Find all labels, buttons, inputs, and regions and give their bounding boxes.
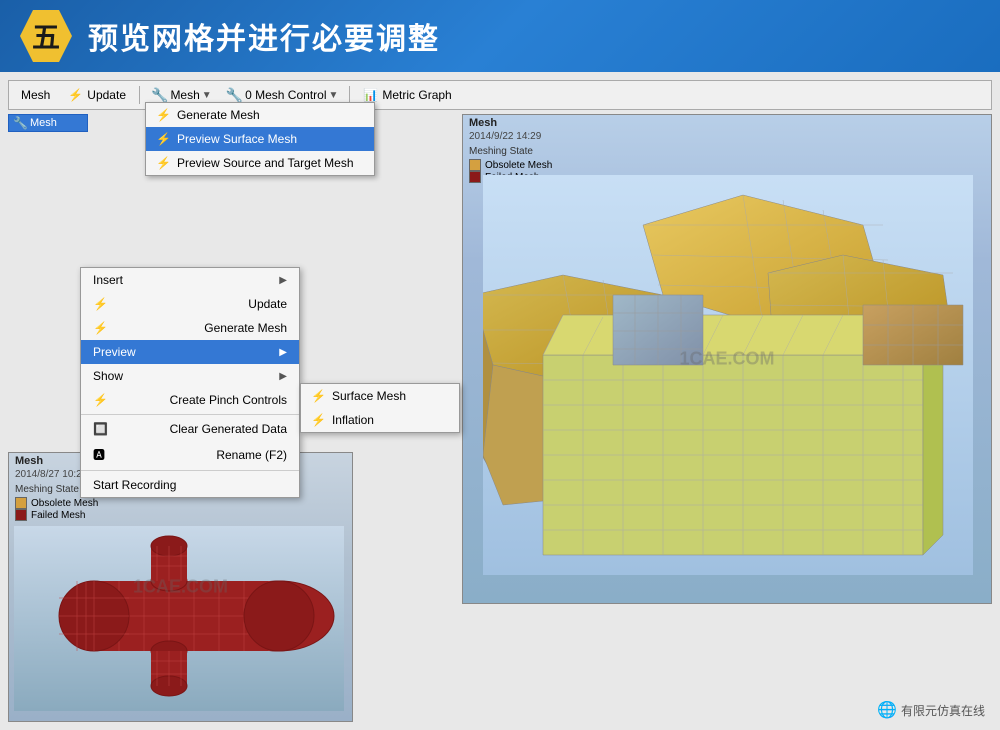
header: 五 预览网格并进行必要调整 [0,0,1000,72]
tree-mesh-icon: 🔧 [13,116,28,130]
viewport-right-date: 2014/9/22 14:29 [463,131,991,142]
submenu-surface-mesh[interactable]: ⚡ Surface Mesh [301,384,459,408]
context-menu: Insert ▶ ⚡ Update ⚡ Generate Mesh Previe… [80,267,300,498]
legend-failed-color-left [15,509,27,521]
ctx-pinch[interactable]: ⚡ Create Pinch Controls [81,388,299,412]
legend-failed-color-right [469,171,481,183]
metric-graph-icon: 📊 [363,88,378,102]
submenu-inflation[interactable]: ⚡ Inflation [301,408,459,432]
legend-obsolete-color-left [15,497,27,509]
brand-icon: 🌐 [877,700,897,720]
generate-mesh-icon: ⚡ [156,108,171,122]
legend-obsolete-right: Obsolete Mesh [469,159,985,171]
ctx-clear-icon: 🔲 [93,422,108,436]
preview-surface-icon: ⚡ [156,132,171,146]
header-title: 预览网格并进行必要调整 [88,14,440,58]
main-area: Mesh ⚡ Update 🔧 Mesh ▼ 🔧 0 Mesh Control … [0,72,1000,730]
branding: 🌐 有限元仿真在线 [877,700,985,720]
ctx-update[interactable]: ⚡ Update [81,292,299,316]
legend-failed-left: Failed Mesh [15,509,346,521]
ctx-update-icon: ⚡ [93,297,108,311]
preview-arrow-icon: ▶ [279,347,287,358]
ctx-clear[interactable]: 🔲 Clear Generated Data [81,417,299,441]
ctx-rename[interactable]: 🅰 Rename (F2) [81,441,299,468]
ctx-generate-icon: ⚡ [93,321,108,335]
legend-obsolete-left: Obsolete Mesh [15,497,346,509]
surface-mesh-icon: ⚡ [311,389,326,403]
insert-arrow-icon: ▶ [279,275,287,286]
preview-source-icon: ⚡ [156,156,171,170]
update-button[interactable]: ⚡ Update [60,86,134,104]
mesh-button[interactable]: Mesh [13,86,58,104]
ctx-generate-mesh[interactable]: ⚡ Generate Mesh [81,316,299,340]
ctx-separator-2 [81,470,299,471]
step-badge: 五 [20,10,72,62]
preview-submenu: ⚡ Surface Mesh ⚡ Inflation [300,383,460,433]
mesh-caret-icon: ▼ [202,90,212,101]
ctx-separator-1 [81,414,299,415]
toolbar-separator [139,86,140,104]
update-icon: ⚡ [68,88,83,102]
brand-text: 有限元仿真在线 [901,702,985,719]
ctx-insert[interactable]: Insert ▶ [81,268,299,292]
ctx-preview[interactable]: Preview ▶ [81,340,299,364]
generate-mesh-item[interactable]: ⚡ Generate Mesh [146,103,374,127]
left-panel: 🔧 Mesh [8,114,88,132]
ctx-rename-icon: 🅰 [93,446,105,463]
inflation-icon: ⚡ [311,413,326,427]
tree-mesh-item[interactable]: 🔧 Mesh [8,114,88,132]
mesh-control-caret-icon: ▼ [329,90,339,101]
show-arrow-icon: ▶ [279,371,287,382]
ctx-recording[interactable]: Start Recording [81,473,299,497]
mesh-dropdown-menu: ⚡ Generate Mesh ⚡ Preview Surface Mesh ⚡… [145,102,375,176]
preview-surface-mesh-item[interactable]: ⚡ Preview Surface Mesh [146,127,374,151]
ctx-pinch-icon: ⚡ [93,393,108,407]
ctx-show[interactable]: Show ▶ [81,364,299,388]
mesh-dropdown-icon: 🔧 [151,87,168,104]
preview-source-target-item[interactable]: ⚡ Preview Source and Target Mesh [146,151,374,175]
mesh-control-icon: 🔧 [226,87,243,104]
mesh-3d-right-svg [483,175,973,575]
viewport-right: Mesh 2014/9/22 14:29 Meshing State Obsol… [462,114,992,604]
legend-obsolete-color-right [469,159,481,171]
mesh-3d-left-svg [14,526,344,711]
viewport-right-title: Mesh [463,115,991,131]
